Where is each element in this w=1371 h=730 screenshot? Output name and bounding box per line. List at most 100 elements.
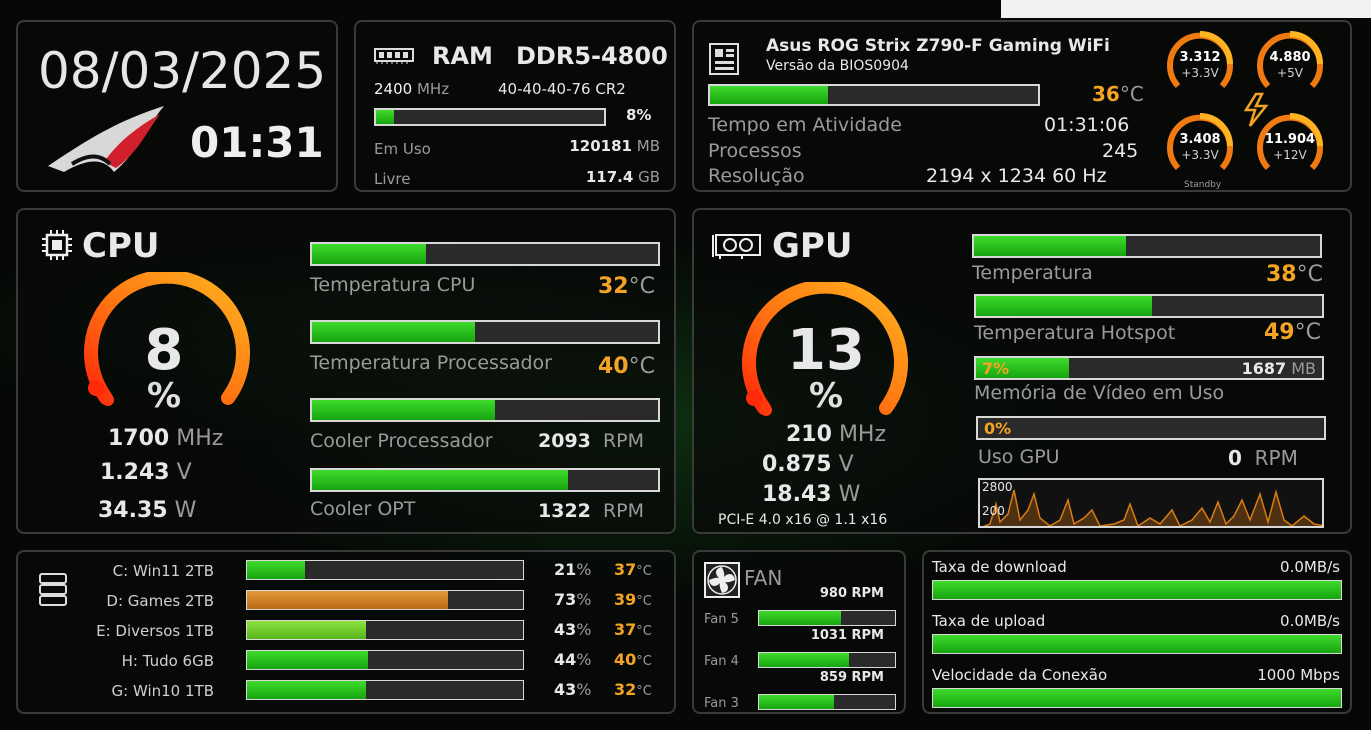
gpu-vram-bar: 7% 1687 MB xyxy=(974,356,1324,380)
ram-usage-percent: 8% xyxy=(626,106,652,124)
processes-label: Processos xyxy=(708,140,802,162)
drive-temp: 40°C xyxy=(614,650,652,669)
ram-type: DDR5-4800 xyxy=(516,42,668,70)
ram-module-icon xyxy=(374,48,414,64)
bar-fill xyxy=(247,591,449,609)
graphics-card-icon xyxy=(712,234,761,259)
drive-temp: 39°C xyxy=(614,590,652,609)
ram-in-use-value: 120181 MB xyxy=(569,137,660,155)
cpu-clock: 1700 MHz xyxy=(108,426,224,451)
voltage-gauge-5v: 4.880 +5V xyxy=(1254,28,1326,100)
upload-value: 0.0MB/s xyxy=(1280,612,1340,630)
time-text: 01:31 xyxy=(190,118,324,167)
drive-name: D: Games 2TB xyxy=(106,592,214,610)
gpu-temp-label: Temperatura xyxy=(972,262,1093,284)
voltage-gauge-3v3-standby: 3.408 +3.3V xyxy=(1164,110,1236,182)
drive-name: H: Tudo 6GB xyxy=(121,652,214,670)
gpu-history-graph: 2800 200 xyxy=(978,478,1324,528)
bar-fill xyxy=(312,470,569,490)
gpu-power: 18.43 W xyxy=(762,482,861,507)
bar-fill xyxy=(759,611,841,625)
gpu-usage-bar-label: 0% xyxy=(984,419,1012,438)
board-name: Asus ROG Strix Z790-F Gaming WiFi xyxy=(766,36,1110,56)
motherboard-panel: Asus ROG Strix Z790-F Gaming WiFi Versão… xyxy=(692,20,1352,192)
network-panel: Taxa de download 0.0MB/s Taxa de upload … xyxy=(922,550,1352,714)
cpu-voltage: 1.243 V xyxy=(100,460,192,485)
cpu-title: CPU xyxy=(82,226,160,266)
gpu-title: GPU xyxy=(772,226,853,266)
bar-fill xyxy=(247,651,369,669)
ram-usage-fill xyxy=(376,110,395,124)
gpu-panel: GPU 13 % 210 MHz 0.875 V 18.43 W PCI-E 4… xyxy=(692,208,1352,534)
fan-speed-bar xyxy=(758,652,896,668)
gpu-usage-unit: % xyxy=(808,376,844,416)
gpu-temp-bar xyxy=(972,234,1322,258)
resolution-value: 2194 x 1234 60 Hz xyxy=(926,165,1107,187)
uptime-value: 01:31:06 xyxy=(1044,114,1130,136)
drive-stack-icon xyxy=(39,573,67,606)
drive-usage-bar xyxy=(246,650,524,670)
drive-name: E: Diversos 1TB xyxy=(96,622,214,640)
drive-temp: 37°C xyxy=(614,620,652,639)
drive-usage-percent: 21% xyxy=(554,560,592,579)
uptime-label: Tempo em Atividade xyxy=(708,114,902,136)
bar-fill xyxy=(759,653,849,667)
cpu-cooler-bar xyxy=(310,398,660,422)
fans-panel: FAN 980 RPM Fan 5 1031 RPM Fan 4 859 RPM… xyxy=(692,550,906,714)
cpu-panel: CPU 8 % 1700 MHz 1.243 V 34.35 W Tempera… xyxy=(16,208,676,534)
gpu-hotspot-bar xyxy=(974,294,1324,318)
voltage-gauge-3v3: 3.312 +3.3V xyxy=(1164,28,1236,100)
processor-temp-bar xyxy=(310,320,660,344)
gpu-hotspot-label: Temperatura Hotspot xyxy=(974,322,1176,344)
bar-fill xyxy=(933,581,1341,599)
fan-label: Fan 4 xyxy=(704,654,739,669)
drive-usage-percent: 43% xyxy=(554,620,592,639)
cpu-temp-bar xyxy=(310,242,660,266)
drive-usage-bar xyxy=(246,680,524,700)
fan-rpm: 859 RPM xyxy=(819,670,884,685)
board-temp-bar xyxy=(708,84,1040,106)
drive-name: C: Win11 2TB xyxy=(112,562,214,580)
motherboard-icon xyxy=(709,43,739,75)
opt-cooler-value: 1322 RPM xyxy=(538,500,645,522)
drive-usage-percent: 44% xyxy=(554,650,592,669)
gpu-usage-bar: 0% xyxy=(976,416,1326,440)
opt-cooler-bar xyxy=(310,468,660,492)
fan-label: Fan 3 xyxy=(704,696,739,711)
bar-fill xyxy=(759,695,834,709)
gpu-temp-value: 38°C xyxy=(1266,262,1323,287)
screen-edge xyxy=(1001,0,1371,18)
cpu-cooler-value: 2093 RPM xyxy=(538,430,645,452)
drive-usage-bar xyxy=(246,590,524,610)
drive-usage-percent: 73% xyxy=(554,590,592,609)
board-temp-fill xyxy=(710,86,829,104)
ram-free-label: Livre xyxy=(374,170,411,188)
cpu-chip-icon xyxy=(42,230,72,260)
download-label: Taxa de download xyxy=(932,558,1067,576)
processor-temp-value: 40°C xyxy=(598,354,655,379)
upload-bar xyxy=(932,634,1342,654)
bar-fill xyxy=(933,635,1341,653)
drive-name: G: Win10 1TB xyxy=(111,682,214,700)
board-bios: Versão da BIOS0904 xyxy=(766,58,909,74)
ram-timings: 40-40-40-76 CR2 xyxy=(498,80,626,98)
ram-in-use-label: Em Uso xyxy=(374,140,431,158)
ram-frequency: 2400 MHz xyxy=(374,80,450,98)
bar-fill xyxy=(933,689,1341,707)
fan-label: Fan 5 xyxy=(704,612,739,627)
drive-usage-bar xyxy=(246,620,524,640)
upload-label: Taxa de upload xyxy=(932,612,1046,630)
drive-temp: 37°C xyxy=(614,560,652,579)
connection-speed-bar xyxy=(932,688,1342,708)
graph-label-min: 200 xyxy=(982,504,1005,518)
ram-title: RAM xyxy=(432,42,493,70)
drive-temp: 32°C xyxy=(614,680,652,699)
fan-icon xyxy=(704,562,740,598)
datetime-panel: 08/03/2025 01:31 xyxy=(16,20,338,192)
download-value: 0.0MB/s xyxy=(1280,558,1340,576)
gpu-pcie: PCI-E 4.0 x16 @ 1.1 x16 xyxy=(718,512,888,528)
gpu-hotspot-value: 49°C xyxy=(1264,320,1321,345)
bar-fill xyxy=(974,236,1127,256)
cpu-temp-value: 32°C xyxy=(598,274,655,299)
cpu-temp-label: Temperatura CPU xyxy=(310,274,476,296)
